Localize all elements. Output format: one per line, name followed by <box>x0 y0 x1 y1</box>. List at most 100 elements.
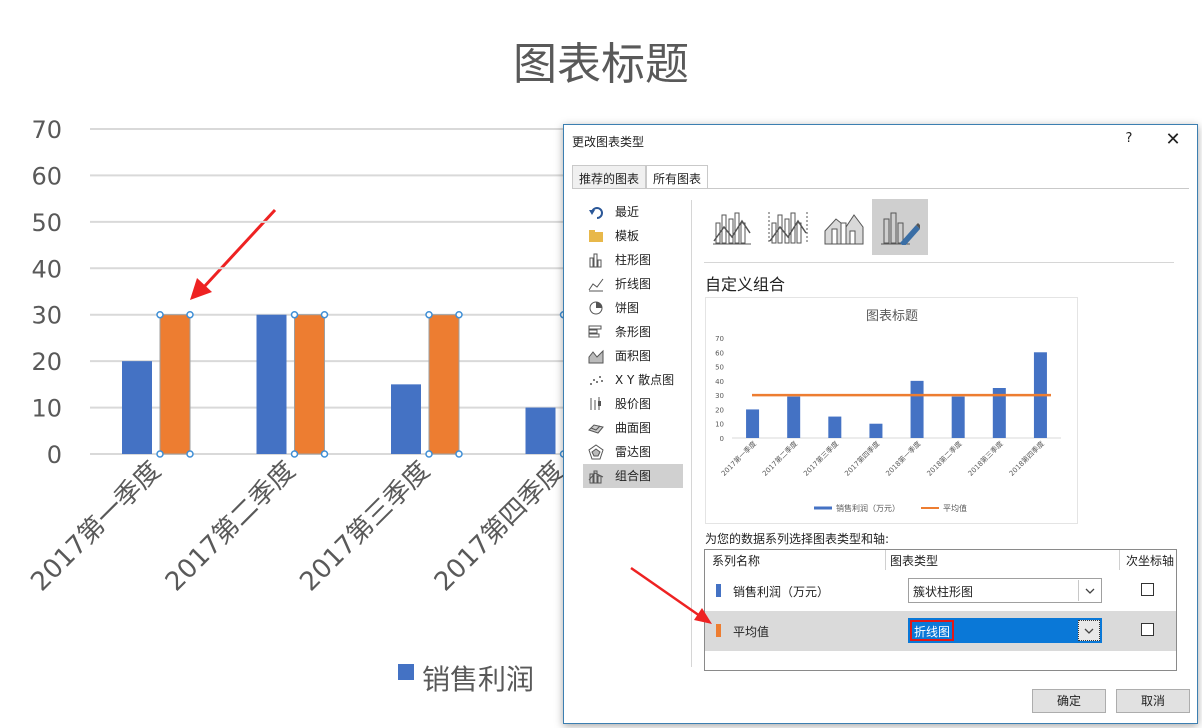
preview-title: 图表标题 <box>866 309 918 324</box>
cancel-button[interactable]: 取消 <box>1116 689 1190 713</box>
chevron-down-icon[interactable] <box>1078 580 1100 601</box>
secondary-axis-checkbox[interactable] <box>1141 623 1154 636</box>
preview-legend-label: 平均值 <box>943 503 967 513</box>
sidebar-item-label: X Y 散点图 <box>615 373 675 387</box>
pie-chart-icon <box>589 301 603 315</box>
y-tick-label: 50 <box>31 209 62 237</box>
sidebar-item[interactable]: X Y 散点图 <box>583 368 683 392</box>
sidebar-item[interactable]: 曲面图 <box>583 416 683 440</box>
selection-handle <box>186 450 194 458</box>
selection-handle <box>320 310 329 319</box>
preview-plot: 图表标题0102030405060702017第一季度 2017第二季度 2017第… <box>715 309 1061 513</box>
combo-column-line-icon[interactable] <box>704 199 760 255</box>
preview-x-tick: 2018第一季度 <box>884 439 923 478</box>
preview-y-tick: 20 <box>715 406 724 414</box>
undo-icon <box>589 207 603 219</box>
sidebar-item[interactable]: 最近 <box>583 200 683 224</box>
tab-recommended-charts[interactable]: 推荐的图表 <box>572 165 647 188</box>
preview-y-tick: 0 <box>720 435 724 443</box>
preview-bar <box>828 416 842 438</box>
scatter-chart-icon <box>590 376 603 385</box>
preview-legend-label: 销售利润（万元） <box>836 503 900 513</box>
y-tick-label: 10 <box>31 395 62 423</box>
folder-icon <box>589 230 603 242</box>
bar-profit <box>391 384 421 454</box>
series-name: 销售利润（万元） <box>733 585 830 599</box>
ok-button[interactable]: 确定 <box>1032 689 1106 713</box>
column-divider <box>885 550 886 570</box>
sidebar-item[interactable]: 模板 <box>583 224 683 248</box>
chart-preview: 图表标题 0 10 20 30 40 50 60 70 2017第一季度 2017第二季度 2017第… <box>705 297 1078 524</box>
combo-area-column-icon[interactable] <box>816 199 872 255</box>
series-row[interactable]: 平均值 折线图 <box>705 611 1176 651</box>
preview-x-tick: 2017第二季度 <box>760 439 799 478</box>
selection-handle <box>455 450 463 458</box>
chart-title[interactable]: 图表标题 <box>0 28 1202 92</box>
column-header-chart-type: 图表类型 <box>890 554 939 568</box>
preview-y-tick: 70 <box>715 335 724 343</box>
chevron-down-icon[interactable] <box>1078 620 1100 641</box>
selection-handle <box>425 310 433 319</box>
sidebar-item[interactable]: 雷达图 <box>583 440 683 464</box>
selection-handle <box>290 450 299 458</box>
chart-category-list: 最近 模板 柱形图折线图饼图 条形图面积图 X Y 散点图股价图曲面图雷达图组合图 <box>583 200 683 488</box>
preview-y-tick: 30 <box>715 392 724 400</box>
dialog-title: 更改图表类型 <box>572 135 645 149</box>
selection-handle <box>455 310 463 319</box>
bar-profit <box>525 407 556 454</box>
sidebar-item-label: 折线图 <box>615 277 652 291</box>
preview-y-tick: 40 <box>715 378 724 386</box>
preview-y-tick: 10 <box>715 421 724 429</box>
chart-type-value: 折线图 <box>910 620 955 641</box>
preview-x-tick: 2018第三季度 <box>966 439 1005 478</box>
column-header-secondary-axis: 次坐标轴 <box>1126 554 1175 568</box>
line-chart-icon <box>588 278 604 292</box>
chart-type-dropdown[interactable]: 簇状柱形图 <box>908 578 1102 603</box>
sidebar-item-label: 面积图 <box>615 349 652 363</box>
legend-label-profit: 销售利润 <box>422 663 535 696</box>
column-divider <box>1119 550 1120 570</box>
sidebar-item-label: 雷达图 <box>615 445 652 459</box>
help-button[interactable]: ? <box>1121 131 1137 149</box>
preview-bar <box>910 380 924 438</box>
series-color-swatch <box>716 624 721 637</box>
sidebar-item[interactable]: 面积图 <box>583 344 683 368</box>
chart-type-value: 簇状柱形图 <box>913 585 974 599</box>
sidebar-item[interactable]: 条形图 <box>583 320 683 344</box>
sidebar-item[interactable]: 组合图 <box>583 464 683 488</box>
combo-column-line-secondary-icon[interactable] <box>760 199 816 255</box>
preview-bar <box>787 396 801 438</box>
selection-handle <box>320 450 329 458</box>
sidebar-item[interactable]: 饼图 <box>583 296 683 320</box>
y-tick-label: 70 <box>31 116 62 144</box>
preview-y-tick: 50 <box>715 364 724 372</box>
sidebar-item[interactable]: 折线图 <box>583 272 683 296</box>
sidebar-item[interactable]: 股价图 <box>583 392 683 416</box>
column-chart-icon <box>589 253 602 268</box>
area-chart-icon <box>588 349 604 364</box>
y-tick-label: 60 <box>31 162 62 190</box>
x-tick-label: 2017第一季度 <box>25 456 167 598</box>
tab-all-charts[interactable]: 所有图表 <box>646 165 709 189</box>
bar-profit <box>256 314 287 454</box>
stock-chart-icon <box>590 397 601 410</box>
combo-chart-icon <box>588 470 604 484</box>
preview-bar <box>869 423 883 438</box>
secondary-axis-checkbox[interactable] <box>1141 583 1154 596</box>
change-chart-type-dialog: 更改图表类型 ? ✕ 推荐的图表 所有图表 最近 模板 柱形图 折线图 饼图 条形图 面积图… <box>563 124 1198 724</box>
combo-custom-icon[interactable] <box>872 199 928 255</box>
chart-type-dropdown[interactable]: 折线图 <box>908 618 1102 643</box>
sidebar-item[interactable]: 柱形图 <box>583 248 683 272</box>
bar-profit <box>122 361 152 454</box>
y-tick-label: 40 <box>31 255 62 283</box>
sidebar-item-label: 曲面图 <box>615 421 652 435</box>
series-row[interactable]: 销售利润（万元） 簇状柱形图 <box>705 571 1176 611</box>
sidebar-item-label: 组合图 <box>615 469 652 483</box>
annotation-arrowhead <box>190 278 212 300</box>
bar-average <box>159 314 191 455</box>
selection-handle <box>156 450 164 458</box>
y-tick-label: 20 <box>31 348 62 376</box>
close-button[interactable]: ✕ <box>1162 129 1184 151</box>
selection-handle <box>186 310 194 319</box>
series-grid: 系列名称 图表类型 次坐标轴 销售利润（万元） 簇状柱形图 平均值 折线图 <box>704 549 1177 671</box>
